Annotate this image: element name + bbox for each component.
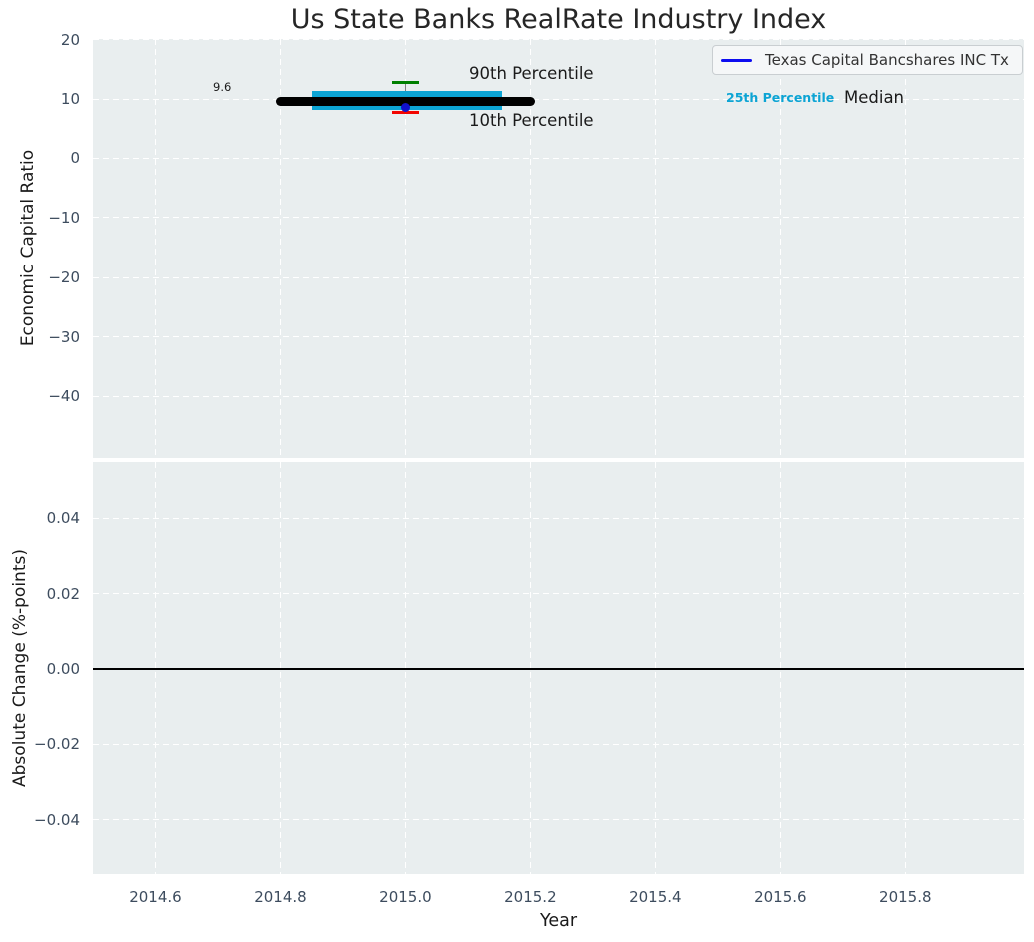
y-tick-label: 10 (60, 90, 80, 109)
y-tick-label: −0.04 (34, 810, 80, 829)
legend-label: Texas Capital Bancshares INC Tx (765, 51, 1009, 69)
p25-label: 25th Percentile (726, 90, 835, 105)
zero-change-line (93, 667, 1024, 670)
x-tick-label: 2015.6 (754, 888, 807, 906)
y-gridline (93, 743, 1024, 745)
median-value-label: 9.6 (213, 80, 232, 94)
y-gridline (93, 39, 1024, 41)
p90-cap (391, 81, 419, 85)
p90-label: 90th Percentile (469, 64, 594, 83)
x-tick-label: 2014.6 (129, 888, 182, 906)
x-tick-label: 2015.0 (379, 888, 432, 906)
chart-figure: Us State Banks RealRate Industry Index E… (0, 0, 1034, 942)
y-tick-label: 0.00 (46, 659, 80, 678)
x-tick-label: 2015.4 (629, 888, 682, 906)
y-gridline (93, 217, 1024, 219)
y-axis-label-economic-capital-ratio: Economic Capital Ratio (18, 149, 38, 347)
x-axis-label-year: Year (539, 911, 578, 931)
p10-label: 10th Percentile (469, 111, 594, 130)
y-tick-label: 20 (60, 30, 80, 49)
company-value-dot (400, 102, 410, 112)
y-tick-label: −10 (48, 208, 80, 227)
chart-title: Us State Banks RealRate Industry Index (290, 4, 827, 35)
y-gridline (93, 395, 1024, 397)
x-tick-label: 2014.8 (254, 888, 307, 906)
y-gridline (93, 336, 1024, 338)
y-tick-label: −40 (48, 387, 80, 406)
y-gridline (93, 157, 1024, 159)
y-tick-label: 0.02 (46, 584, 80, 603)
absolute-change-panel (93, 462, 1024, 874)
y-gridline (93, 819, 1024, 821)
y-tick-label: −20 (48, 268, 80, 287)
y-tick-label: 0 (70, 149, 80, 168)
y-tick-label: 0.04 (46, 509, 80, 528)
median-label: Median (844, 88, 905, 107)
x-tick-label: 2015.8 (879, 888, 932, 906)
y-tick-label: −30 (48, 327, 80, 346)
legend-line-sample (721, 58, 752, 62)
y-gridline (93, 593, 1024, 595)
legend: Texas Capital Bancshares INC Tx (712, 45, 1023, 75)
y-tick-label: −0.02 (34, 735, 80, 754)
x-tick-label: 2015.2 (504, 888, 557, 906)
y-gridline (93, 276, 1024, 278)
y-gridline (93, 517, 1024, 519)
